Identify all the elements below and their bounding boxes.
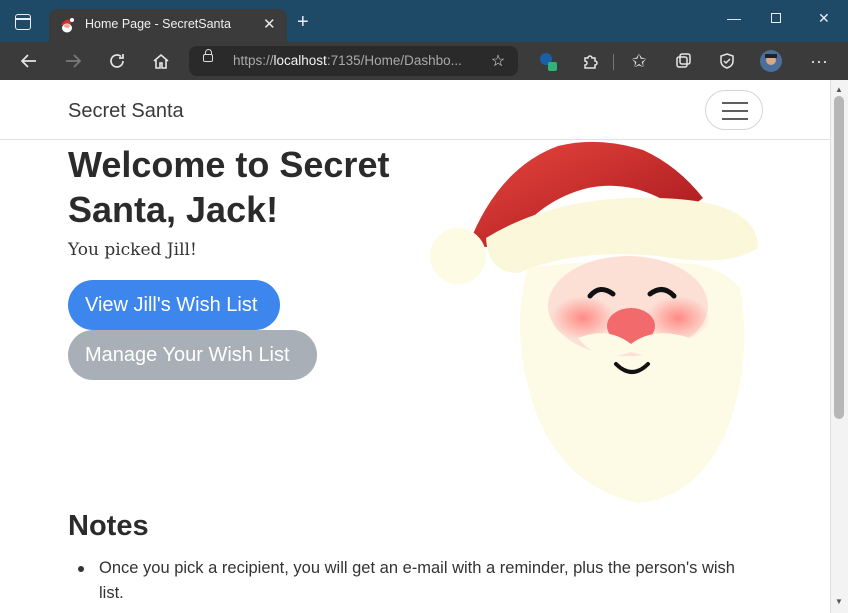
santa-favicon [61,18,74,33]
favorites-icon[interactable]: ✩ [628,50,650,72]
minimize-icon[interactable]: — [727,10,741,26]
tab-home-page[interactable]: Home Page - SecretSanta ✕ [49,9,287,42]
forward-icon[interactable] [62,50,84,72]
page-scrollbar[interactable]: ▲ ▼ [830,80,848,613]
extensions-icon[interactable] [579,50,601,72]
picked-recipient-text: You picked Jill! [68,240,197,260]
navbar-brand[interactable]: Secret Santa [68,100,184,123]
page-title: Welcome to Secret Santa, Jack! [68,144,390,230]
collections-icon[interactable] [672,50,694,72]
manage-wish-list-button[interactable]: Manage Your Wish List [68,330,317,380]
browser-essentials-icon[interactable] [716,50,738,72]
lock-icon[interactable] [203,49,213,62]
notes-heading: Notes [68,510,149,542]
scrollbar-thumb[interactable] [834,96,844,419]
list-item: Once you pick a recipient, you will get … [78,556,758,606]
tab-title: Home Page - SecretSanta [85,17,231,31]
bullet [78,566,84,572]
favorite-add-icon[interactable]: ☆ [487,50,509,72]
home-icon[interactable] [150,50,172,72]
note-text: Once you pick a recipient, you will get … [99,559,735,602]
profile-avatar[interactable] [760,50,782,72]
tab-strip: Home Page - SecretSanta ✕ + — ✕ [0,0,848,42]
santa-illustration [430,141,758,503]
page-viewport: Secret Santa Welcome to Secret Santa, Ja… [0,80,830,613]
browser-toolbar: https://localhost:7135/Home/Dashbo... ☆ … [0,42,848,80]
view-wish-list-button[interactable]: View Jill's Wish List [68,280,280,330]
scroll-down-icon[interactable]: ▼ [835,597,843,606]
back-icon[interactable] [18,50,40,72]
maximize-icon[interactable] [771,13,781,23]
refresh-icon[interactable] [106,50,128,72]
window-close-icon[interactable]: ✕ [818,10,830,27]
site-navbar: Secret Santa [0,80,830,140]
address-bar[interactable]: https://localhost:7135/Home/Dashbo... ☆ [189,46,518,76]
notes-list: Once you pick a recipient, you will get … [78,556,758,606]
more-icon[interactable]: ··· [808,50,830,72]
scroll-up-icon[interactable]: ▲ [835,85,843,94]
navbar-toggler-button[interactable] [705,90,763,130]
close-icon[interactable]: ✕ [263,15,276,33]
url-text: https://localhost:7135/Home/Dashbo... [233,53,462,68]
toolbar-divider [613,54,614,70]
extension-badge-icon[interactable] [537,50,559,72]
new-tab-icon[interactable]: + [297,11,309,34]
window-menu-icon[interactable] [15,14,31,30]
